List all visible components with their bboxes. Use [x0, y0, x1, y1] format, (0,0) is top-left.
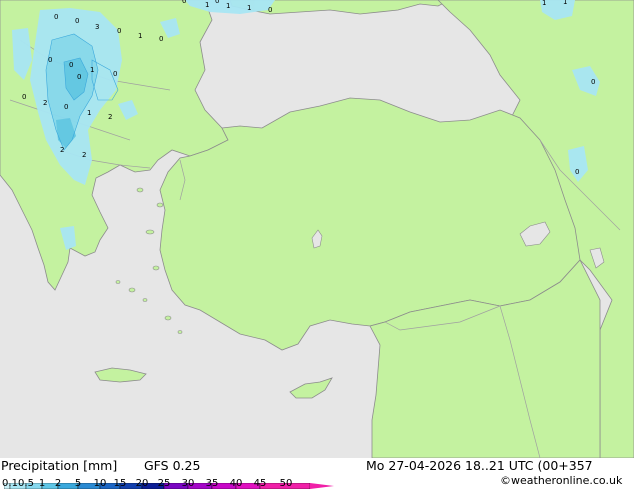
- legend-tick: 45: [253, 478, 267, 489]
- map-label: 0: [64, 103, 68, 111]
- map-label: 2: [43, 99, 47, 107]
- legend-tick: 40: [229, 478, 243, 489]
- legend-tick: 1: [38, 478, 46, 489]
- legend-tick: 20: [135, 478, 149, 489]
- map-label: 1: [138, 32, 142, 40]
- map-label: 0: [69, 61, 73, 69]
- map-label: 0: [591, 78, 595, 86]
- legend-tick: 30: [181, 478, 195, 489]
- map-label: 2: [82, 151, 86, 159]
- map-label: 0: [117, 27, 121, 35]
- legend-tick: 5: [74, 478, 82, 489]
- map-label: 0: [48, 56, 52, 64]
- precipitation-map: 0 0 1 1 1 1 0 0 3 0 1 0 0 0 1 0 0 2 0 1 …: [0, 0, 634, 459]
- legend-tick: 0.1: [2, 478, 18, 489]
- map-label: 1: [87, 109, 91, 117]
- map-title: Precipitation [mm]: [1, 458, 118, 473]
- map-label: 3: [95, 23, 99, 31]
- map-label: 0: [77, 73, 81, 81]
- map-label: 1: [205, 1, 209, 9]
- legend-tick: 2: [54, 478, 62, 489]
- map-label: 0: [113, 70, 117, 78]
- legend-arrow: [310, 483, 334, 489]
- map-label: 0: [268, 6, 272, 14]
- footer: Precipitation [mm] GFS 0.25 Mo 27-04-202…: [0, 458, 634, 490]
- valid-datetime: Mo 27-04-2026 18..21 UTC (00+357: [366, 458, 593, 473]
- legend-tick: 15: [113, 478, 127, 489]
- legend-tick: 0.5: [18, 478, 34, 489]
- credit-text: ©weatheronline.co.uk: [500, 474, 623, 487]
- map-label: 1: [542, 0, 546, 7]
- legend-tick: 10: [93, 478, 107, 489]
- map-label: 0: [54, 13, 58, 21]
- map-label: 2: [60, 146, 64, 154]
- map-label: 0: [575, 168, 579, 176]
- legend-tick: 50: [279, 478, 293, 489]
- map-label: 1: [563, 0, 567, 6]
- map-label: 0: [22, 93, 26, 101]
- map-label: 1: [90, 66, 94, 74]
- legend-tick: 25: [157, 478, 171, 489]
- legend-tick: 35: [205, 478, 219, 489]
- map-label: 0: [159, 35, 163, 43]
- map-canvas: 0 0 1 1 1 1 0 0 3 0 1 0 0 0 1 0 0 2 0 1 …: [0, 0, 634, 459]
- map-label: 1: [247, 4, 251, 12]
- model-label: GFS 0.25: [144, 458, 201, 473]
- map-label: 0: [215, 0, 219, 5]
- map-label: 1: [226, 2, 230, 10]
- map-label: 0: [75, 17, 79, 25]
- map-label: 2: [108, 113, 112, 121]
- map-label: 0: [182, 0, 186, 5]
